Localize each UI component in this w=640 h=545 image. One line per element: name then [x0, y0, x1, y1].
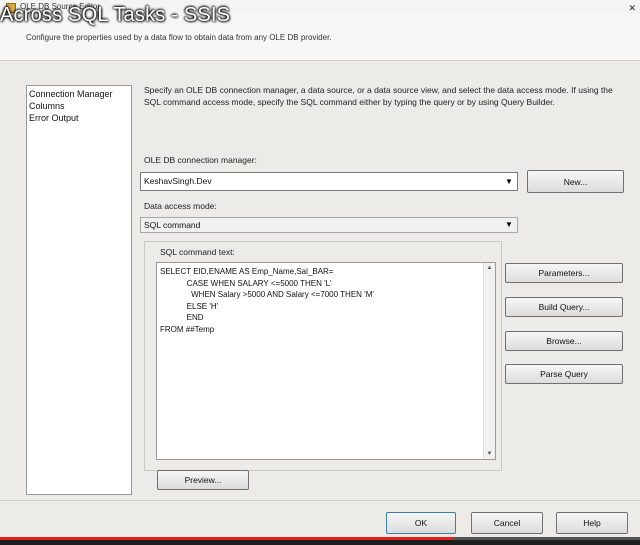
build-query-button[interactable]: Build Query...	[505, 297, 623, 317]
scroll-down-icon[interactable]: ▼	[484, 449, 495, 459]
parse-query-button[interactable]: Parse Query	[505, 364, 623, 384]
help-button[interactable]: Help	[556, 512, 628, 534]
dialog-subtitle: Configure the properties used by a data …	[26, 33, 332, 42]
connection-manager-dropdown[interactable]: KeshavSingh.Dev ▼	[140, 172, 518, 191]
chevron-down-icon[interactable]: ▼	[503, 176, 515, 187]
browse-button[interactable]: Browse...	[505, 331, 623, 351]
nav-item-error-output[interactable]: Error Output	[27, 112, 131, 124]
video-controls-strip	[0, 540, 640, 545]
sql-command-text[interactable]: SELECT EID,ENAME AS Emp_Name,Sal_BAR= CA…	[160, 266, 481, 336]
chevron-down-icon[interactable]: ▼	[503, 219, 515, 230]
close-icon[interactable]: ✕	[628, 3, 636, 13]
parameters-button[interactable]: Parameters...	[505, 263, 623, 283]
sql-command-text-label: SQL command text:	[160, 247, 235, 257]
editor-description: Specify an OLE DB connection manager, a …	[144, 85, 613, 107]
window-controls: ✕	[622, 1, 636, 15]
data-access-mode-label: Data access mode:	[144, 201, 217, 211]
data-access-mode-value: SQL command	[144, 220, 201, 230]
ok-button[interactable]: OK	[386, 512, 456, 534]
scroll-up-icon[interactable]: ▲	[484, 263, 495, 273]
sql-vertical-scrollbar[interactable]: ▲ ▼	[483, 263, 495, 459]
page-navigation-list: Connection Manager Columns Error Output	[26, 85, 132, 495]
dialog-footer	[0, 500, 640, 541]
nav-item-connection-manager[interactable]: Connection Manager	[27, 88, 131, 100]
preview-button[interactable]: Preview...	[157, 470, 249, 490]
cancel-button[interactable]: Cancel	[471, 512, 543, 534]
sql-command-textarea[interactable]: SELECT EID,ENAME AS Emp_Name,Sal_BAR= CA…	[156, 262, 496, 460]
connection-manager-value: KeshavSingh.Dev	[144, 176, 212, 186]
nav-item-columns[interactable]: Columns	[27, 100, 131, 112]
new-connection-button[interactable]: New...	[527, 170, 624, 193]
data-access-mode-dropdown[interactable]: SQL command ▼	[140, 217, 518, 233]
video-overlay-title: Across SQL Tasks - SSIS	[0, 4, 231, 26]
ole-db-source-editor-window: OLE DB Source Editor ✕ Configure the pro…	[0, 0, 640, 545]
connection-manager-label: OLE DB connection manager:	[144, 155, 257, 165]
